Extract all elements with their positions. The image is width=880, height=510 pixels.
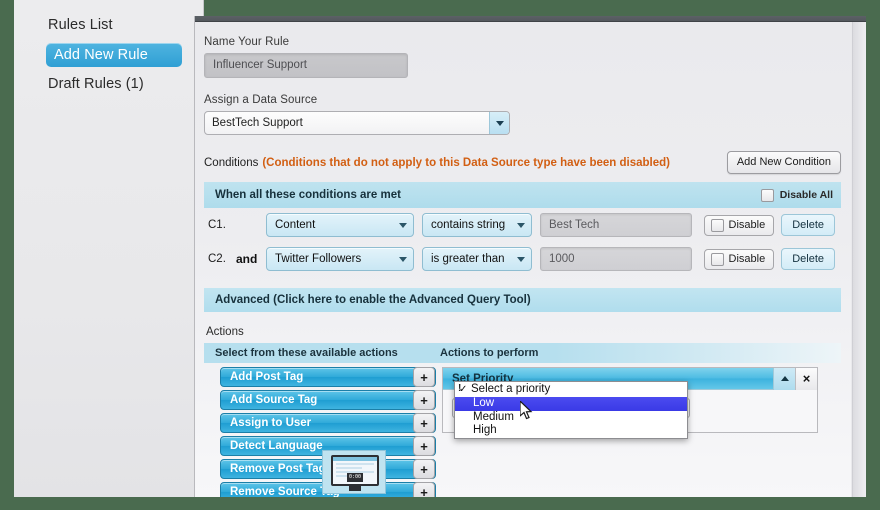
condition-disable-checkbox[interactable]	[710, 218, 724, 232]
advanced-query-tool-bar[interactable]: Advanced (Click here to enable the Advan…	[204, 288, 841, 312]
actions-column-headers: Select from these available actions Acti…	[204, 343, 841, 363]
thumbnail-badge: 0:00	[347, 473, 363, 482]
condition-field-select[interactable]: Content	[266, 213, 414, 237]
monitor-thumbnail-image: 0:00	[322, 450, 386, 494]
actions-section-label: Actions	[206, 326, 244, 338]
sidebar: Rules List Add New Rule Draft Rules (1)	[14, 0, 204, 497]
condition-conjunction: and	[236, 252, 258, 266]
vertical-scrollbar[interactable]	[852, 22, 866, 497]
name-rule-label: Name Your Rule	[204, 36, 290, 48]
condition-operator-value: contains string	[431, 219, 506, 231]
condition-number: C2.	[208, 253, 226, 265]
data-source-label: Assign a Data Source	[204, 94, 318, 106]
disable-all-group[interactable]: Disable All	[760, 188, 833, 202]
data-source-dropdown-button[interactable]	[489, 112, 509, 134]
condition-row-buttons: Disable Delete	[703, 214, 841, 236]
action-label: Add Source Tag	[230, 394, 318, 406]
dropdown-option-label: High	[473, 424, 497, 436]
chevron-down-icon	[495, 120, 504, 126]
conditions-warning-note: (Conditions that do not apply to this Da…	[262, 156, 670, 169]
action-label: Add Post Tag	[230, 371, 304, 383]
condition-row: C2. and Twitter Followers is greater tha…	[204, 242, 841, 276]
priority-dropdown-menu[interactable]: ! ✓ Select a priority Low Medium High	[454, 381, 688, 439]
conditions-header: Conditions (Conditions that do not apply…	[204, 151, 841, 174]
condition-delete-button[interactable]: Delete	[781, 214, 835, 236]
condition-value-input[interactable]: 1000	[540, 247, 692, 271]
dropdown-option-low[interactable]: Low	[455, 397, 687, 411]
add-new-condition-button[interactable]: Add New Condition	[726, 151, 841, 174]
action-label: Remove Post Tag	[230, 463, 326, 475]
condition-delete-button[interactable]: Delete	[781, 248, 835, 270]
chevron-down-icon	[517, 223, 525, 228]
sidebar-item-label: Draft Rules (1)	[48, 76, 144, 92]
advanced-label: Advanced (Click here to enable the Advan…	[215, 294, 531, 306]
chevron-down-icon	[399, 223, 407, 228]
actions-to-perform-header: Actions to perform	[440, 347, 539, 359]
plus-icon[interactable]: +	[413, 413, 435, 433]
dropdown-option-label: Medium	[473, 410, 514, 423]
plus-icon[interactable]: +	[413, 390, 435, 410]
disable-all-checkbox[interactable]	[760, 188, 774, 202]
list-item[interactable]: Assign to User +	[220, 413, 436, 433]
chevron-down-icon	[517, 257, 525, 262]
condition-number: C1.	[208, 219, 226, 231]
condition-operator-select[interactable]: is greater than	[422, 247, 532, 271]
sidebar-item-draft-rules[interactable]: Draft Rules (1)	[14, 71, 203, 98]
set-priority-controls: ×	[773, 367, 817, 390]
chevron-down-icon	[399, 257, 407, 262]
condition-field-select[interactable]: Twitter Followers	[266, 247, 414, 271]
close-icon[interactable]: ×	[795, 367, 817, 390]
data-source-select[interactable]: BestTech Support	[204, 111, 510, 135]
plus-icon[interactable]: +	[413, 459, 435, 479]
dropdown-option-label: Low	[473, 397, 495, 409]
conditions-band-label: When all these conditions are met	[215, 189, 401, 201]
rule-name-input[interactable]: Influencer Support	[204, 53, 408, 78]
dropdown-option-medium[interactable]: Medium	[455, 411, 687, 425]
dropdown-option-high[interactable]: High	[455, 424, 687, 438]
condition-row-buttons: Disable Delete	[703, 248, 841, 270]
condition-disable-button[interactable]: Disable	[703, 214, 775, 236]
disable-all-label: Disable All	[779, 189, 833, 201]
conditions-title: Conditions	[204, 156, 259, 169]
condition-field-value: Twitter Followers	[275, 253, 362, 265]
list-item[interactable]: Add Source Tag +	[220, 390, 436, 410]
list-item[interactable]: Add Post Tag +	[220, 367, 436, 387]
dropdown-option-label: Select a priority	[471, 383, 551, 395]
action-label: Assign to User	[230, 417, 312, 429]
sidebar-item-add-new-rule[interactable]: Add New Rule	[46, 43, 182, 67]
sidebar-item-label: Rules List	[48, 17, 113, 33]
plus-icon[interactable]: +	[413, 482, 435, 497]
available-actions-header: Select from these available actions	[215, 347, 398, 359]
screenshot-root: Rules List Add New Rule Draft Rules (1) …	[0, 0, 880, 510]
condition-operator-select[interactable]: contains string	[422, 213, 532, 237]
warning-glyph-icon: !	[458, 383, 462, 394]
plus-icon[interactable]: +	[413, 436, 435, 456]
data-source-select-row: BestTech Support	[204, 111, 510, 135]
condition-field-value: Content	[275, 219, 316, 231]
sidebar-item-label: Add New Rule	[54, 47, 148, 63]
action-label: Detect Language	[230, 440, 323, 452]
condition-disable-label: Disable	[728, 253, 766, 265]
condition-disable-checkbox[interactable]	[710, 252, 724, 266]
condition-disable-label: Disable	[728, 219, 766, 231]
plus-icon[interactable]: +	[413, 367, 435, 387]
sidebar-item-rules-list[interactable]: Rules List	[14, 12, 203, 39]
condition-operator-value: is greater than	[431, 253, 505, 265]
dropdown-option-select-a-priority[interactable]: ✓ Select a priority	[455, 382, 687, 397]
condition-disable-button[interactable]: Disable	[703, 248, 775, 270]
condition-value-input[interactable]: Best Tech	[540, 213, 692, 237]
conditions-band: When all these conditions are met Disabl…	[204, 182, 841, 208]
collapse-icon[interactable]	[773, 367, 795, 390]
condition-row: C1. Content contains string Best Tech Di…	[204, 208, 841, 242]
